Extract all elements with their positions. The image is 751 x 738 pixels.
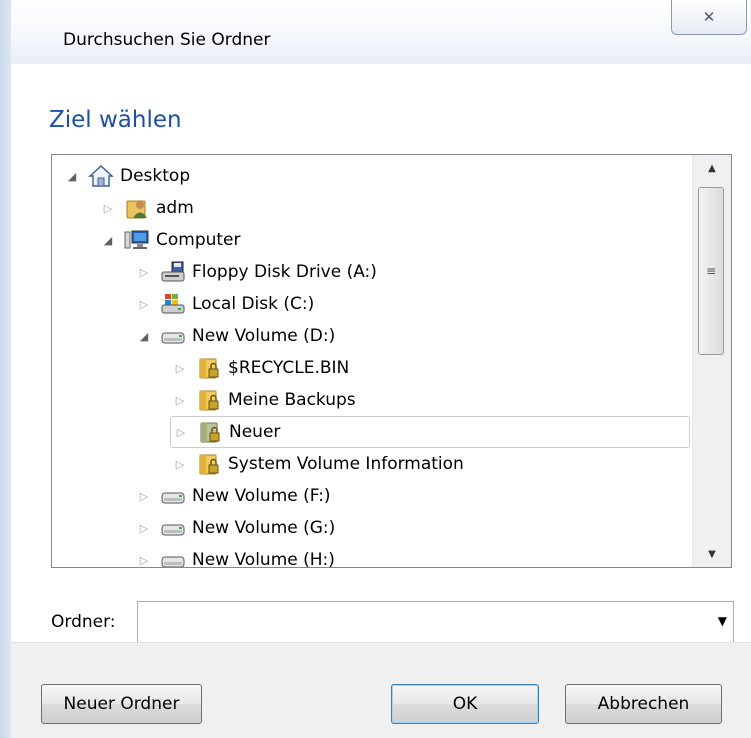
tree-item-label: New Volume (F:) [192,486,331,506]
scroll-down-button[interactable]: ▼ [693,541,731,567]
drive-icon [160,516,186,540]
collapsed-arrow-icon[interactable]: ▷ [170,362,190,375]
tree-item-label: $RECYCLE.BIN [228,358,350,378]
tree-item-desktop[interactable]: ◢ Desktop [62,160,190,192]
collapsed-arrow-icon[interactable]: ▷ [170,458,190,471]
locked-folder-icon [196,356,222,380]
folder-combobox[interactable]: ▼ [137,601,734,643]
tree-item-label: Desktop [120,166,191,186]
drive-icon [160,484,186,508]
collapsed-arrow-icon[interactable]: ▷ [134,298,154,311]
grip-icon: ≡ [705,264,717,278]
tree-item-local-disk-c[interactable]: ▷ Local Disk (C:) [134,288,314,320]
collapsed-arrow-icon[interactable]: ▷ [171,426,191,439]
title-bar: Durchsuchen Sie Ordner ✕ [11,0,751,64]
floppy-drive-icon [160,260,186,284]
locked-folder-icon [196,452,222,476]
tree-item-neuer[interactable]: ▷ Neuer [170,416,690,448]
drive-icon [160,548,186,567]
tree-item-recycle-bin[interactable]: ▷ $RECYCLE.BIN [170,352,349,384]
tree-item-label: Meine Backups [228,390,356,410]
collapsed-arrow-icon[interactable]: ▷ [170,394,190,407]
drive-icon [160,324,186,348]
scroll-up-button[interactable]: ▲ [693,155,731,181]
new-folder-button[interactable]: Neuer Ordner [41,684,202,724]
tree-item-system-volume-information[interactable]: ▷ System Volume Information [170,448,464,480]
tree-item-label: Neuer [229,422,281,442]
tree-item-label: New Volume (D:) [192,326,336,346]
collapsed-arrow-icon[interactable]: ▷ [98,202,118,215]
tree-scrollbar[interactable]: ▲ ≡ ▼ [692,155,731,567]
locked-folder-icon [196,388,222,412]
tree-item-new-volume-d[interactable]: ◢ New Volume (D:) [134,320,335,352]
tree-item-label: New Volume (G:) [192,518,336,538]
tree-item-meine-backups[interactable]: ▷ Meine Backups [170,384,356,416]
tree-item-label: Floppy Disk Drive (A:) [192,262,377,282]
tree-item-new-volume-g[interactable]: ▷ New Volume (G:) [134,512,336,544]
dialog-heading: Ziel wählen [49,107,182,133]
collapsed-arrow-icon[interactable]: ▷ [134,266,154,279]
folder-input[interactable] [138,602,710,642]
expanded-arrow-icon[interactable]: ◢ [98,234,118,247]
tree-item-label: Computer [156,230,241,250]
folder-tree-viewport: ◢ Desktop ▷ adm ◢ Computer ▷ Floppy Disk… [52,155,692,567]
folder-tree[interactable]: ◢ Desktop ▷ adm ◢ Computer ▷ Floppy Disk… [51,154,732,568]
dialog-content: Ziel wählen ◢ Desktop ▷ adm ◢ Computer ▷… [11,64,751,643]
tree-item-label: System Volume Information [228,454,464,474]
folder-field-label: Ordner: [51,612,116,632]
expanded-arrow-icon[interactable]: ◢ [134,330,154,343]
ok-button[interactable]: OK [391,684,539,724]
close-button[interactable]: ✕ [671,0,747,35]
cancel-button[interactable]: Abbrechen [565,684,722,724]
tree-item-label: New Volume (H:) [192,550,335,567]
locked-folder-icon [197,420,223,444]
tree-item-label: adm [156,198,194,218]
system-drive-icon [160,292,186,316]
collapsed-arrow-icon[interactable]: ▷ [134,490,154,503]
tree-item-adm[interactable]: ▷ adm [98,192,194,224]
collapsed-arrow-icon[interactable]: ▷ [134,554,154,567]
tree-item-floppy-a[interactable]: ▷ Floppy Disk Drive (A:) [134,256,377,288]
tree-item-new-volume-h[interactable]: ▷ New Volume (H:) [134,544,335,567]
window-edge [0,0,11,738]
collapsed-arrow-icon[interactable]: ▷ [134,522,154,535]
tree-item-computer[interactable]: ◢ Computer [98,224,241,256]
tree-item-new-volume-f[interactable]: ▷ New Volume (F:) [134,480,331,512]
browse-folder-dialog: Durchsuchen Sie Ordner ✕ Ziel wählen ◢ D… [11,0,751,738]
computer-icon [124,228,150,252]
close-icon: ✕ [702,8,716,26]
expanded-arrow-icon[interactable]: ◢ [62,170,82,183]
window-title: Durchsuchen Sie Ordner [63,30,271,50]
tree-item-label: Local Disk (C:) [192,294,315,314]
user-folder-icon [124,196,150,220]
home-icon [88,164,114,188]
scrollbar-thumb[interactable]: ≡ [698,187,724,355]
dropdown-arrow-icon[interactable]: ▼ [718,614,727,628]
dialog-footer: Neuer Ordner OK Abbrechen [11,642,751,738]
